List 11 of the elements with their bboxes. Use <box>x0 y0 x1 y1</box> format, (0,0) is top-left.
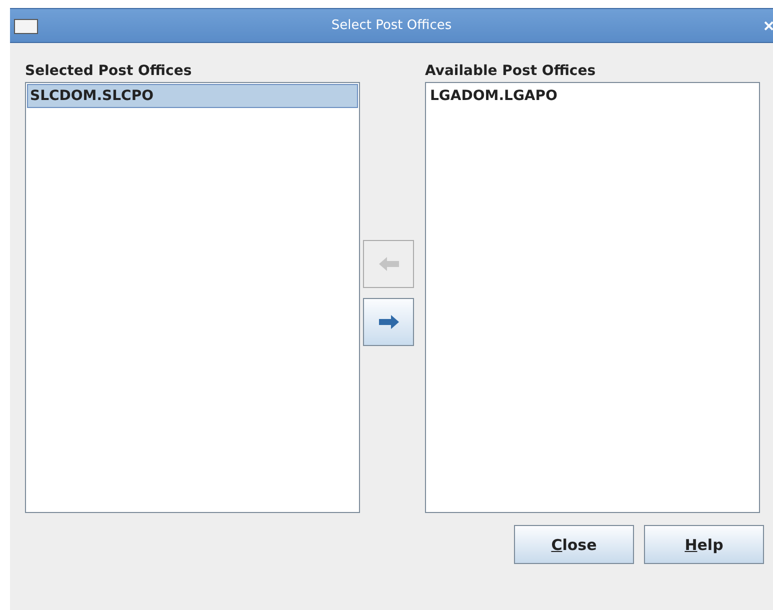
list-heading: Selected Post Offices <box>25 63 193 80</box>
list-item[interactable]: LGADOM.LGAPO <box>427 84 758 108</box>
window-icon <box>14 19 38 34</box>
help-button[interactable]: Help <box>644 525 764 564</box>
move-right-button[interactable] <box>363 298 414 346</box>
close-dialog-button[interactable]: Close <box>514 525 634 564</box>
list-item[interactable]: SLCDOM.SLCPO <box>27 84 358 108</box>
list-heading: Available Post Offices <box>425 63 597 80</box>
right-arrow-icon <box>378 315 398 329</box>
window-title: Select Post Offices <box>331 18 452 33</box>
left-arrow-icon <box>378 257 398 271</box>
